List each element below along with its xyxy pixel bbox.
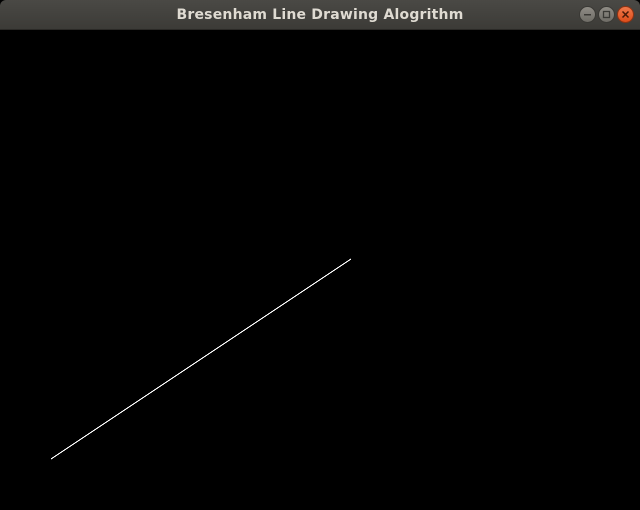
- minimize-button[interactable]: [579, 6, 596, 23]
- window-title: Bresenham Line Drawing Alogrithm: [176, 7, 464, 23]
- window-controls: [579, 6, 634, 24]
- maximize-button[interactable]: [598, 6, 615, 23]
- minimize-icon: [584, 14, 591, 16]
- maximize-icon: [602, 10, 611, 19]
- bresenham-line: [50, 258, 352, 460]
- canvas-surface: [50, 258, 352, 460]
- app-window: Bresenham Line Drawing Alogrithm: [0, 0, 640, 510]
- close-icon: [621, 10, 630, 19]
- title-bar[interactable]: Bresenham Line Drawing Alogrithm: [0, 0, 640, 30]
- drawing-canvas[interactable]: [0, 30, 640, 510]
- close-button[interactable]: [617, 6, 634, 23]
